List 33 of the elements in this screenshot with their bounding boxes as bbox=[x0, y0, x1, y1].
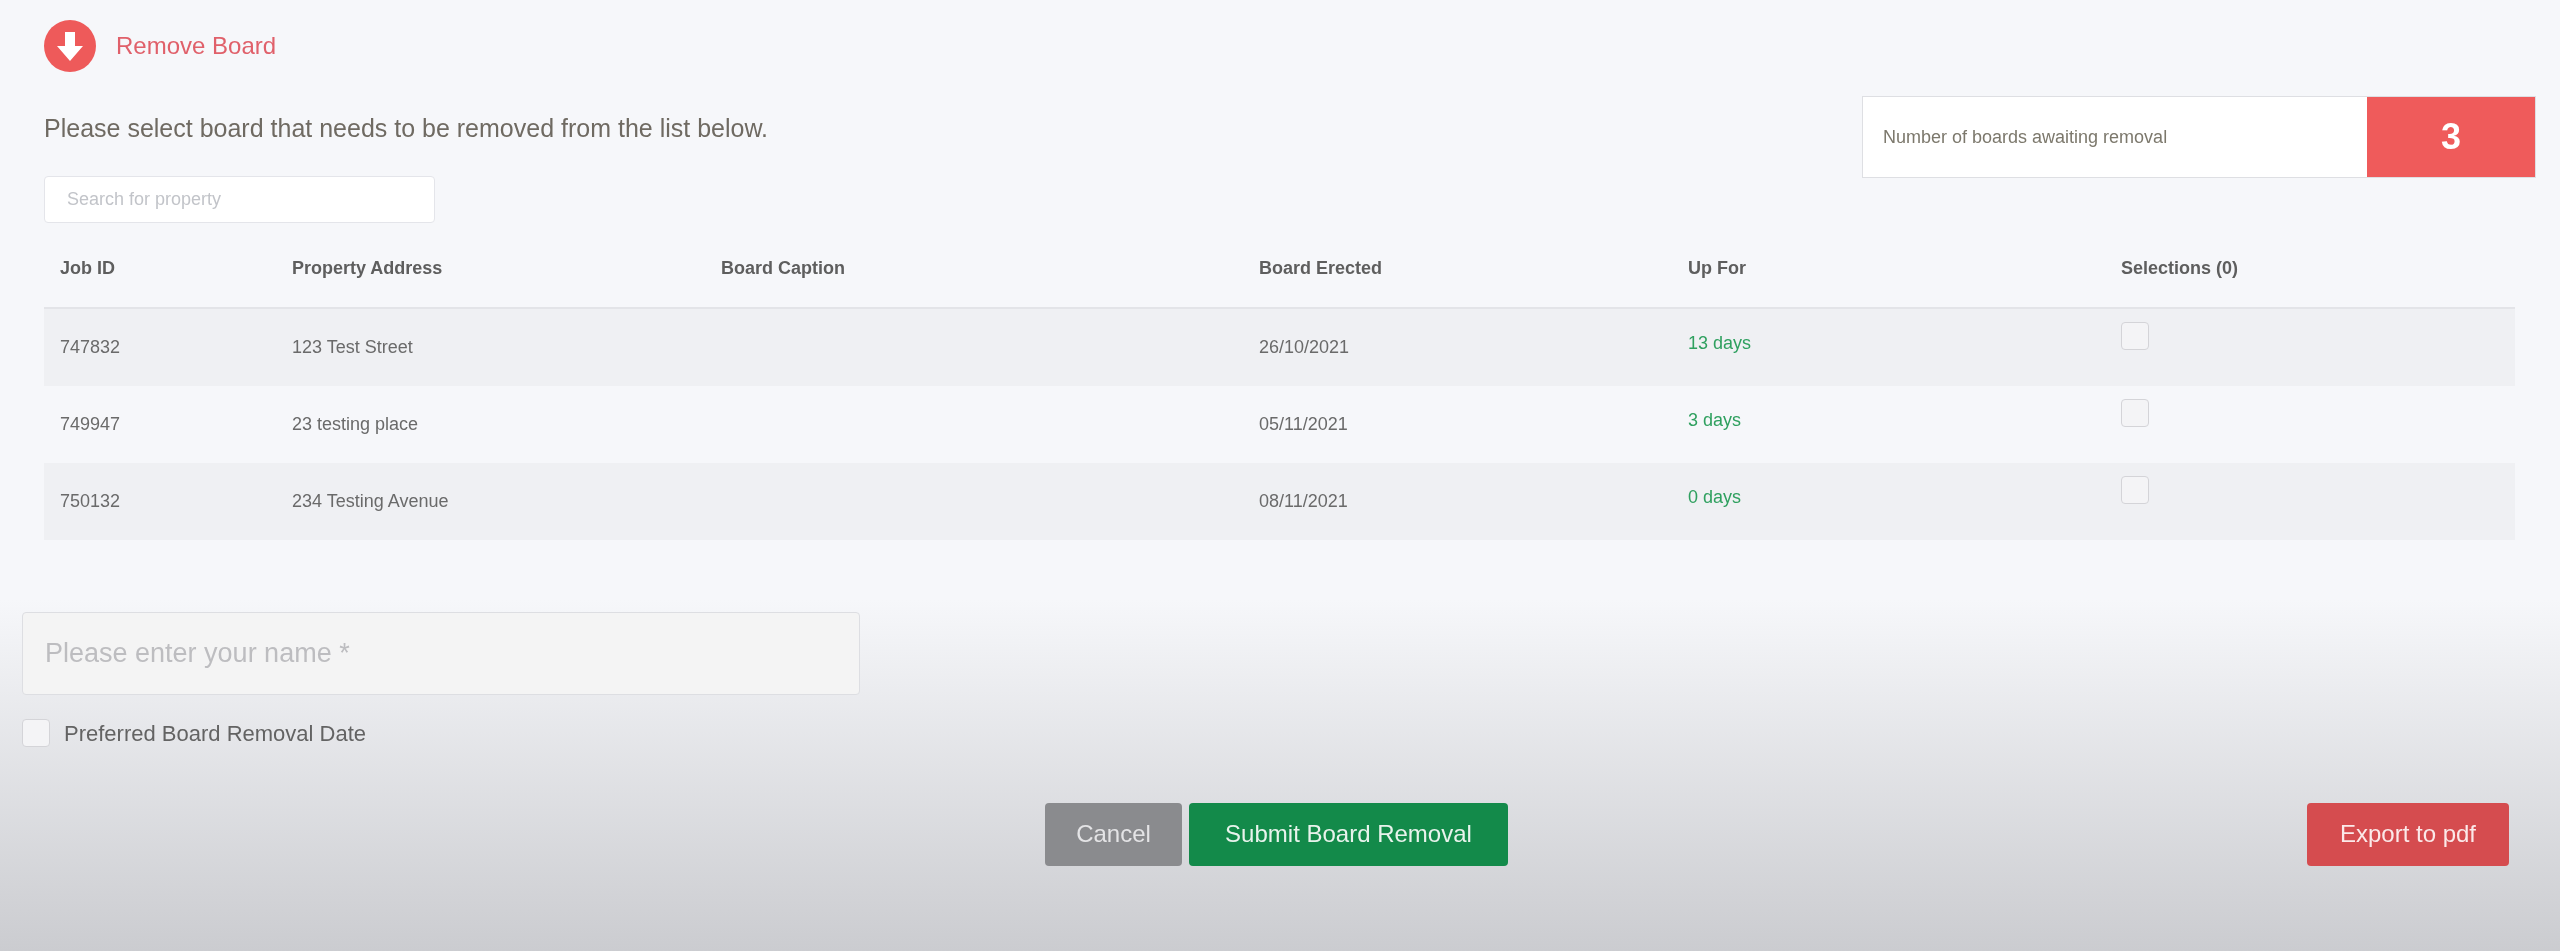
checkbox-label: Preferred Board Removal Date bbox=[64, 719, 367, 748]
instruction-text: Please select board that needs to be removed from the list below. bbox=[44, 113, 769, 144]
table-cell: 234 Testing Avenue bbox=[292, 490, 449, 511]
date-checkbox[interactable] bbox=[22, 719, 50, 747]
column-header: Property Address bbox=[292, 258, 443, 278]
column-header: Job ID bbox=[60, 258, 115, 278]
table-cell: 749947 bbox=[60, 413, 121, 434]
export-button[interactable]: Export to pdf bbox=[2307, 802, 2509, 866]
table-cell: 747832 bbox=[60, 336, 121, 357]
column-header: Board Caption bbox=[721, 258, 845, 278]
column-header: Up For bbox=[1688, 258, 1746, 278]
counter-label: Number of boards awaiting removal bbox=[1882, 125, 2169, 149]
row-checkbox[interactable] bbox=[2121, 476, 2149, 504]
page-title: Remove Board bbox=[116, 31, 277, 61]
table-cell: 26/10/2021 bbox=[1259, 336, 1350, 357]
table-cell: 750132 bbox=[60, 490, 121, 511]
days-up-text: 3 days bbox=[1688, 409, 1742, 430]
column-header: Selections (0) bbox=[2121, 258, 2239, 278]
row-checkbox[interactable] bbox=[2121, 399, 2149, 427]
counter-value: 3 bbox=[2367, 97, 2535, 177]
table-cell: 23 testing place bbox=[292, 413, 419, 434]
search-field[interactable]: Search for property bbox=[44, 175, 435, 223]
row-checkbox[interactable] bbox=[2121, 322, 2149, 350]
submit-button[interactable]: Submit Board Removal bbox=[1189, 802, 1508, 866]
table-cell: 05/11/2021 bbox=[1259, 413, 1348, 434]
column-header: Board Erected bbox=[1259, 258, 1383, 278]
days-up-text: 0 days bbox=[1688, 486, 1742, 507]
table-row[interactable]: 750132 234 Testing Avenue 08/11/2021 0 days bbox=[44, 462, 2515, 540]
cancel-button[interactable]: Cancel bbox=[1045, 802, 1182, 866]
table-cell: 08/11/2021 bbox=[1259, 490, 1348, 511]
days-up-text: 13 days bbox=[1688, 332, 1752, 353]
table-cell: 123 Test Street bbox=[292, 336, 413, 357]
table-row[interactable]: 747832 123 Test Street 26/10/2021 13 days bbox=[44, 308, 2515, 386]
